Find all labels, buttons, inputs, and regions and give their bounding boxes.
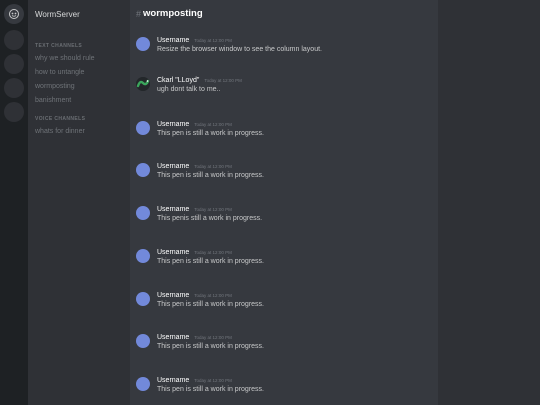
channel-title: wormposting: [143, 8, 203, 19]
message-text: This pen is still a work in progress.: [157, 258, 264, 265]
message: Username Today at 12:00 PM This pen is st…: [130, 121, 438, 151]
channel-why-we-should-rule[interactable]: why we should rule: [35, 55, 95, 62]
message-author[interactable]: Username: [157, 249, 189, 256]
app-window: WormServer TEXT CHANNELS why we should r…: [0, 0, 540, 405]
voice-channels-category[interactable]: VOICE CHANNELS: [35, 116, 85, 122]
message-text: This penis still a work in progress.: [157, 215, 263, 222]
channel-wormposting[interactable]: wormposting: [35, 83, 75, 90]
message: Username Today at 12:00 PM This pen is st…: [130, 249, 438, 279]
home-server-button[interactable]: [4, 4, 24, 24]
message: Username Today at 12:00 PM This pen is st…: [130, 163, 438, 193]
hash-icon: #: [136, 9, 142, 19]
message-text: This pen is still a work in progress.: [157, 343, 264, 350]
avatar[interactable]: [136, 37, 150, 51]
server-button[interactable]: [4, 54, 24, 74]
message-timestamp: Today at 12:00 PM: [204, 78, 242, 83]
avatar[interactable]: [136, 292, 150, 306]
message: Username Today at 12:00 PM This pen is st…: [130, 334, 438, 364]
avatar[interactable]: [136, 377, 150, 391]
message: Ckarl "LLoyd" Today at 12:00 PM ugh dont …: [130, 77, 438, 107]
message: Username Today at 12:00 PM Resize the bro…: [130, 37, 438, 67]
server-button[interactable]: [4, 78, 24, 98]
chat-header: # wormposting: [130, 0, 438, 28]
message-timestamp: Today at 12:00 PM: [194, 250, 232, 255]
discord-logo-icon: [4, 4, 24, 24]
message-timestamp: Today at 12:00 PM: [194, 164, 232, 169]
message: Username Today at 12:00 PM This pen is st…: [130, 377, 438, 405]
message-text: Resize the browser window to see the col…: [157, 46, 322, 53]
avatar[interactable]: [136, 163, 150, 177]
message: Username Today at 12:00 PM This pen is st…: [130, 292, 438, 322]
server-button[interactable]: [4, 102, 24, 122]
message-author[interactable]: Username: [157, 334, 189, 341]
server-button[interactable]: [4, 30, 24, 50]
message-author[interactable]: Username: [157, 37, 189, 44]
message-author[interactable]: Username: [157, 121, 189, 128]
message-text: This pen is still a work in progress.: [157, 301, 264, 308]
avatar[interactable]: [136, 121, 150, 135]
member-list-panel: [438, 0, 540, 405]
worm-avatar-icon: [136, 77, 150, 91]
avatar[interactable]: [136, 249, 150, 263]
avatar[interactable]: [136, 206, 150, 220]
message-text: This pen is still a work in progress.: [157, 172, 264, 179]
channel-whats-for-dinner[interactable]: whats for dinner: [35, 128, 85, 135]
channel-sidebar: WormServer TEXT CHANNELS why we should r…: [28, 0, 130, 405]
message-author[interactable]: Ckarl "LLoyd": [157, 77, 199, 84]
message-author[interactable]: Username: [157, 163, 189, 170]
message-timestamp: Today at 12:00 PM: [194, 122, 232, 127]
message-timestamp: Today at 12:00 PM: [194, 335, 232, 340]
channel-banishment[interactable]: banishment: [35, 97, 71, 104]
avatar[interactable]: [136, 334, 150, 348]
text-channels-category[interactable]: TEXT CHANNELS: [35, 43, 82, 49]
server-rail: [0, 0, 28, 405]
message-author[interactable]: Username: [157, 206, 189, 213]
message-text: ugh dont talk to me..: [157, 86, 221, 93]
avatar[interactable]: [136, 77, 150, 91]
message-author[interactable]: Username: [157, 377, 189, 384]
server-name[interactable]: WormServer: [35, 10, 80, 19]
message-timestamp: Today at 12:00 PM: [194, 207, 232, 212]
message: Username Today at 12:00 PM This penis sti…: [130, 206, 438, 236]
message-timestamp: Today at 12:00 PM: [194, 38, 232, 43]
message-text: This pen is still a work in progress.: [157, 130, 264, 137]
message-timestamp: Today at 12:00 PM: [194, 378, 232, 383]
message-text: This pen is still a work in progress.: [157, 386, 264, 393]
chat-column: # wormposting Username Today at 12:00 PM …: [130, 0, 438, 405]
channel-how-to-untangle[interactable]: how to untangle: [35, 69, 84, 76]
message-timestamp: Today at 12:00 PM: [194, 293, 232, 298]
message-author[interactable]: Username: [157, 292, 189, 299]
